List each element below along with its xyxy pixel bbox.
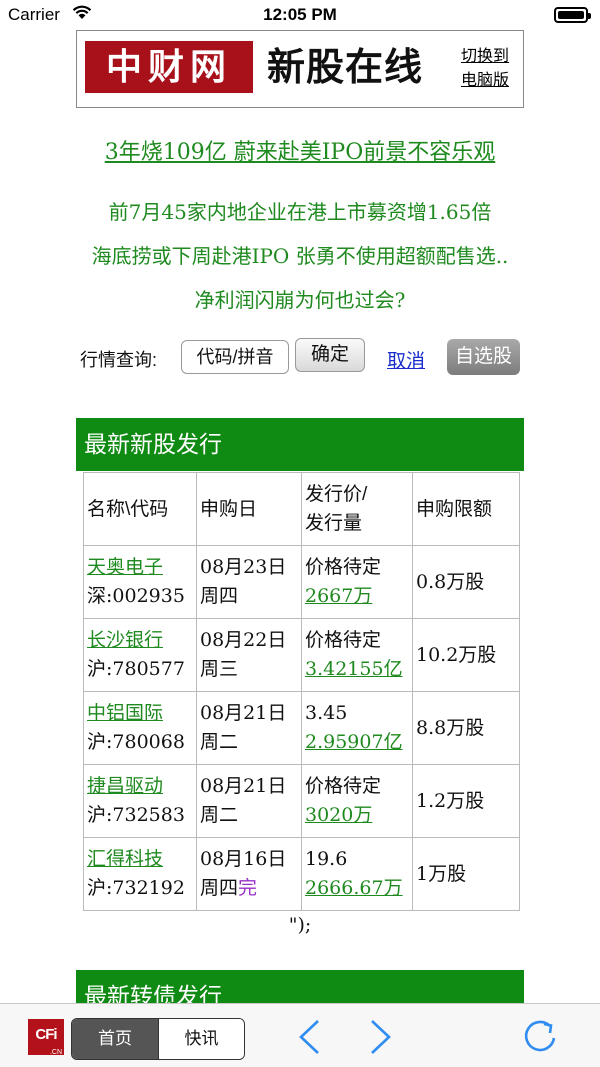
- table-row: 汇得科技 沪:732192 08月16日 周四完 19.6 2666.67万 1…: [83, 837, 520, 911]
- stock-name-link[interactable]: 长沙银行: [87, 626, 193, 655]
- cell-name-code: 天奥电子 深:002935: [83, 545, 197, 619]
- header-price: 发行价/: [305, 484, 368, 505]
- news-link-1[interactable]: 前7月45家内地企业在港上市募资增1.65倍: [0, 196, 600, 225]
- subscribe-date: 08月22日: [200, 629, 287, 651]
- header-subscribe-date: 申购日: [196, 472, 302, 546]
- issue-price: 价格待定: [305, 775, 382, 797]
- site-section-title: 新股在线: [267, 44, 424, 89]
- status-badge: 完: [238, 877, 258, 899]
- cell-price-volume: 19.6 2666.67万: [301, 837, 413, 911]
- cell-date: 08月23日 周四: [196, 545, 302, 619]
- subscribe-limit: 1.2万股: [412, 764, 520, 838]
- subscribe-date: 08月21日: [200, 702, 287, 724]
- subscribe-weekday: 周二: [200, 731, 239, 753]
- segmented-control: 首页 快讯: [71, 1018, 245, 1060]
- cell-date: 08月22日 周三: [196, 618, 302, 692]
- issue-volume-link[interactable]: 2.95907亿: [305, 728, 409, 757]
- quote-query-label: 行情查询:: [80, 350, 158, 370]
- issue-volume-link[interactable]: 2666.67万: [305, 874, 409, 903]
- table-row: 捷昌驱动 沪:732583 08月21日 周二 价格待定 3020万 1.2万股: [83, 764, 520, 838]
- table-row: 长沙银行 沪:780577 08月22日 周三 价格待定 3.42155亿 10…: [83, 618, 520, 692]
- cell-name-code: 长沙银行 沪:780577: [83, 618, 197, 692]
- issue-volume-link[interactable]: 3020万: [305, 801, 409, 830]
- site-logo[interactable]: 中财网: [85, 41, 253, 93]
- header-volume: 发行量: [305, 513, 363, 534]
- header-limit: 申购限额: [412, 472, 520, 546]
- stock-code: 沪:732583: [87, 804, 185, 826]
- quote-query-input[interactable]: 代码/拼音: [181, 340, 289, 374]
- subscribe-limit: 8.8万股: [412, 691, 520, 765]
- issue-volume-link[interactable]: 2667万: [305, 582, 409, 611]
- news-link-3[interactable]: 净利润闪崩为何也过会?: [0, 284, 600, 313]
- stock-name-link[interactable]: 天奥电子: [87, 553, 193, 582]
- cell-price-volume: 价格待定 2667万: [301, 545, 413, 619]
- cfi-logo-sub: .CN: [49, 1049, 62, 1056]
- subscribe-date: 08月23日: [200, 556, 287, 578]
- stock-name-link[interactable]: 捷昌驱动: [87, 772, 193, 801]
- issue-volume-link[interactable]: 3.42155亿: [305, 655, 409, 684]
- tab-home[interactable]: 首页: [72, 1019, 158, 1059]
- section-header-ipo: 最新新股发行: [76, 418, 524, 471]
- forward-arrow-icon[interactable]: [368, 1018, 394, 1060]
- cell-name-code: 中铝国际 沪:780068: [83, 691, 197, 765]
- news-link-2[interactable]: 海底捞或下周赴港IPO 张勇不使用超额配售选..: [0, 240, 600, 269]
- favorites-button[interactable]: 自选股: [447, 339, 520, 375]
- status-bar: Carrier 12:05 PM: [0, 0, 600, 30]
- trailing-text: ");: [288, 914, 312, 936]
- switch-line-1: 切换到: [460, 48, 509, 65]
- tab-news[interactable]: 快讯: [158, 1019, 244, 1059]
- table-header-row: 名称\代码 申购日 发行价/ 发行量 申购限额: [83, 472, 520, 546]
- stock-name-link[interactable]: 汇得科技: [87, 845, 193, 874]
- stock-name-link[interactable]: 中铝国际: [87, 699, 193, 728]
- subscribe-weekday: 周三: [200, 658, 239, 680]
- subscribe-weekday: 周四: [200, 585, 239, 607]
- site-banner: 中财网 新股在线 切换到 电脑版: [76, 30, 524, 108]
- switch-desktop-link[interactable]: 切换到 电脑版: [455, 45, 515, 93]
- cell-date: 08月21日 周二: [196, 764, 302, 838]
- subscribe-weekday: 周四完: [200, 877, 258, 899]
- subscribe-date: 08月16日: [200, 848, 287, 870]
- table-row: 中铝国际 沪:780068 08月21日 周二 3.45 2.95907亿 8.…: [83, 691, 520, 765]
- back-arrow-icon[interactable]: [296, 1018, 322, 1060]
- cell-date: 08月21日 周二: [196, 691, 302, 765]
- ipo-table: 名称\代码 申购日 发行价/ 发行量 申购限额 天奥电子 深:002935 08…: [83, 472, 520, 911]
- cell-name-code: 汇得科技 沪:732192: [83, 837, 197, 911]
- cell-date: 08月16日 周四完: [196, 837, 302, 911]
- cell-name-code: 捷昌驱动 沪:732583: [83, 764, 197, 838]
- subscribe-limit: 10.2万股: [412, 618, 520, 692]
- cell-price-volume: 价格待定 3.42155亿: [301, 618, 413, 692]
- stock-code: 沪:732192: [87, 877, 185, 899]
- cell-price-volume: 价格待定 3020万: [301, 764, 413, 838]
- issue-price: 价格待定: [305, 629, 382, 651]
- header-name-code: 名称\代码: [83, 472, 197, 546]
- stock-code: 深:002935: [87, 585, 185, 607]
- header-price-volume: 发行价/ 发行量: [301, 472, 413, 546]
- clock: 12:05 PM: [263, 5, 337, 24]
- cell-price-volume: 3.45 2.95907亿: [301, 691, 413, 765]
- cfi-logo[interactable]: CFi .CN: [28, 1019, 64, 1056]
- battery-icon: [554, 7, 591, 23]
- switch-line-2: 电脑版: [460, 72, 509, 89]
- bottom-toolbar: CFi .CN 首页 快讯: [0, 1003, 600, 1067]
- subscribe-limit: 1万股: [412, 837, 520, 911]
- table-row: 天奥电子 深:002935 08月23日 周四 价格待定 2667万 0.8万股: [83, 545, 520, 619]
- subscribe-date: 08月21日: [200, 775, 287, 797]
- subscribe-weekday: 周二: [200, 804, 239, 826]
- issue-price: 3.45: [305, 702, 348, 724]
- confirm-button[interactable]: 确定: [295, 338, 365, 372]
- subscribe-limit: 0.8万股: [412, 545, 520, 619]
- refresh-icon[interactable]: [520, 1016, 560, 1060]
- cfi-logo-text: CFi: [35, 1026, 57, 1043]
- issue-price: 价格待定: [305, 556, 382, 578]
- cancel-link[interactable]: 取消: [387, 346, 425, 373]
- headline-link[interactable]: 3年烧109亿 蔚来赴美IPO前景不容乐观: [0, 134, 600, 166]
- issue-price: 19.6: [305, 848, 348, 870]
- stock-code: 沪:780068: [87, 731, 185, 753]
- stock-code: 沪:780577: [87, 658, 185, 680]
